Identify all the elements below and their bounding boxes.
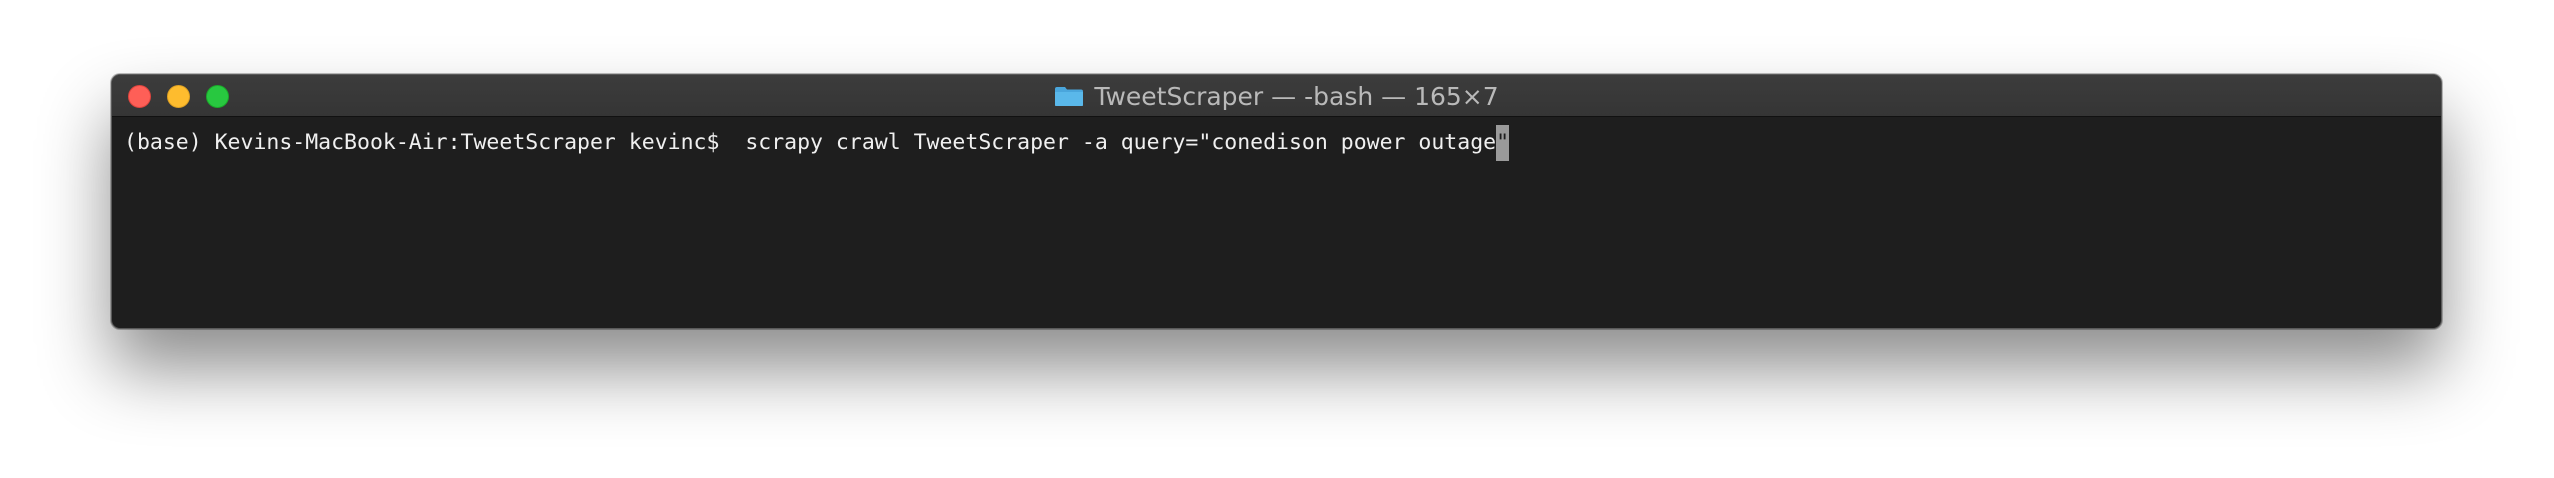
text-cursor: " bbox=[1496, 125, 1510, 161]
shell-prompt: (base) Kevins-MacBook-Air:TweetScraper k… bbox=[124, 130, 746, 155]
window-title: TweetScraper — -bash — 165×7 bbox=[112, 75, 2441, 117]
terminal-window: TweetScraper — -bash — 165×7 (base) Kevi… bbox=[111, 74, 2442, 329]
window-title-text: TweetScraper — -bash — 165×7 bbox=[1094, 81, 1499, 111]
terminal-output[interactable]: (base) Kevins-MacBook-Air:TweetScraper k… bbox=[124, 125, 2429, 320]
command-text: scrapy crawl TweetScraper -a query="cone… bbox=[745, 130, 1497, 155]
title-bar[interactable]: TweetScraper — -bash — 165×7 bbox=[112, 75, 2441, 117]
folder-icon bbox=[1055, 87, 1084, 106]
